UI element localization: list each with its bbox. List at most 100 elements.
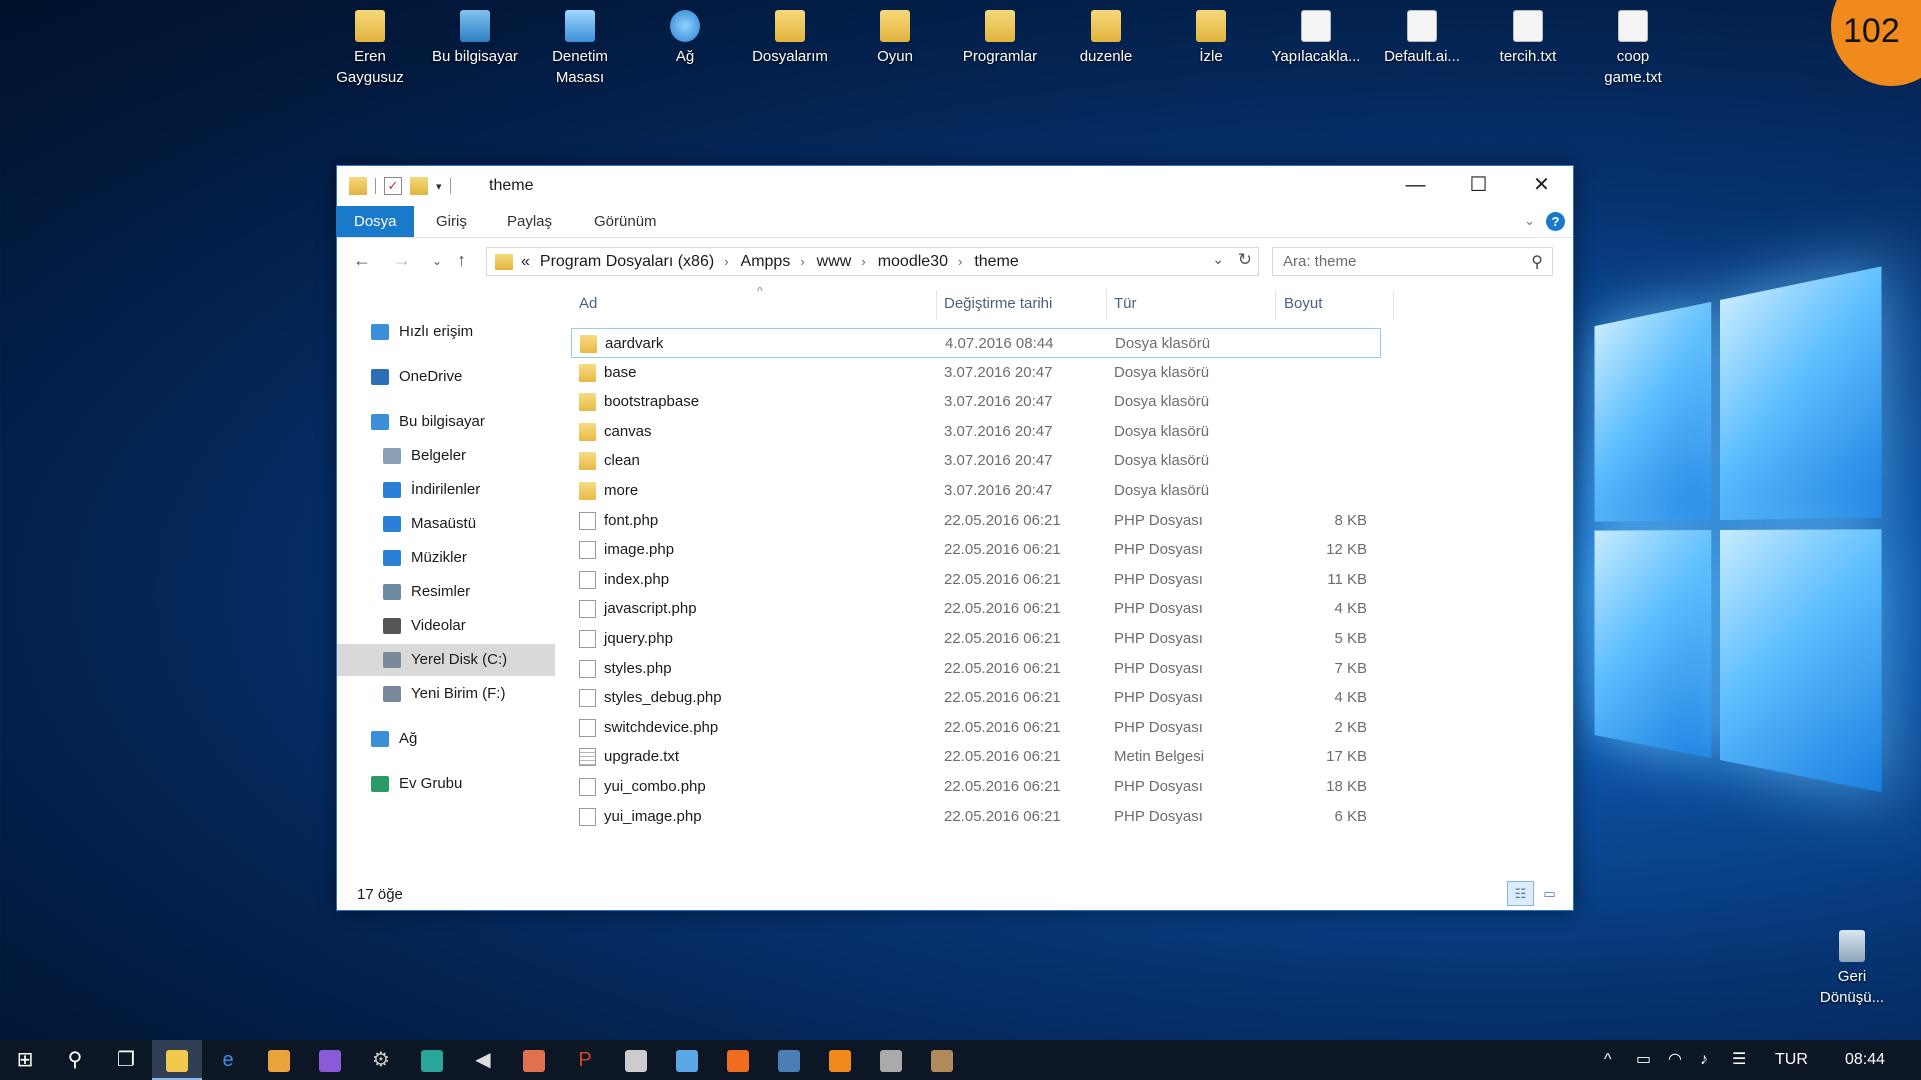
chrome-app[interactable] xyxy=(254,1040,304,1080)
minimize-button[interactable]: — xyxy=(1384,166,1447,204)
file-row[interactable]: styles.php 22.05.2016 06:21 PHP Dosyası 7 K… xyxy=(571,654,1381,684)
chrome-alt-app[interactable] xyxy=(611,1040,661,1080)
chevron-right-icon[interactable]: › xyxy=(800,254,804,269)
breadcrumb-moodle30[interactable]: moodle30 xyxy=(878,253,948,271)
sidebar-item[interactable]: Videolar xyxy=(337,610,555,642)
sidebar-item[interactable]: Resimler xyxy=(337,576,555,608)
sublime-app[interactable] xyxy=(407,1040,457,1080)
file-row[interactable]: yui_combo.php 22.05.2016 06:21 PHP Dosyası… xyxy=(571,772,1381,802)
file-row[interactable]: bootstrapbase 3.07.2016 20:47 Dosya klasör… xyxy=(571,387,1381,417)
recent-locations-icon[interactable]: ⌄ xyxy=(432,254,442,268)
details-view-icon[interactable]: ☷ xyxy=(1507,881,1534,906)
desktop-icon[interactable]: Yapılacakla... xyxy=(1264,0,1368,67)
customize-toolbar-icon[interactable]: ▾ xyxy=(436,180,442,193)
maximize-button[interactable]: ☐ xyxy=(1447,166,1510,204)
sidebar-item[interactable]: OneDrive xyxy=(337,361,555,393)
file-row[interactable]: aardvark 4.07.2016 08:44 Dosya klasörü xyxy=(571,328,1381,358)
desktop-icon[interactable]: Programlar xyxy=(948,0,1052,67)
desktop-icon[interactable]: Default.ai... xyxy=(1370,0,1474,67)
properties-icon[interactable]: ✓ xyxy=(384,177,402,195)
chevron-right-icon[interactable]: › xyxy=(861,254,865,269)
wifi-icon[interactable]: ◠ xyxy=(1668,1040,1682,1080)
search-input[interactable]: Ara: theme ⚲ xyxy=(1272,247,1553,276)
language-indicator[interactable]: TUR xyxy=(1775,1040,1808,1080)
close-button[interactable]: ✕ xyxy=(1510,166,1573,204)
forward-icon[interactable]: → xyxy=(393,250,411,271)
desktop-icon[interactable]: Dosyalarım xyxy=(738,0,842,67)
file-row[interactable]: switchdevice.php 22.05.2016 06:21 PHP Dosy… xyxy=(571,713,1381,743)
large-icons-view-icon[interactable]: ▭ xyxy=(1536,881,1563,906)
breadcrumb-ampps[interactable]: Ampps xyxy=(741,253,791,271)
gimp-app[interactable] xyxy=(917,1040,967,1080)
file-row[interactable]: canvas 3.07.2016 20:47 Dosya klasörü xyxy=(571,417,1381,447)
column-header-date[interactable]: Değiştirme tarihi xyxy=(944,284,1052,324)
camera-app[interactable] xyxy=(662,1040,712,1080)
up-icon[interactable]: ↑ xyxy=(457,250,466,271)
sidebar-item[interactable]: Bu bilgisayar xyxy=(337,406,555,438)
tab-dosya[interactable]: Dosya xyxy=(337,206,414,237)
edge-app[interactable]: e xyxy=(203,1040,253,1080)
file-row[interactable]: base 3.07.2016 20:47 Dosya klasörü xyxy=(571,358,1381,388)
column-header-type[interactable]: Tür xyxy=(1114,284,1137,324)
powerpoint-app[interactable]: P xyxy=(560,1040,610,1080)
sidebar-item[interactable]: Belgeler xyxy=(337,440,555,472)
task-view-button[interactable]: ❐ xyxy=(101,1040,151,1080)
visual-studio-app[interactable] xyxy=(305,1040,355,1080)
address-dropdown-icon[interactable]: ⌄ xyxy=(1212,251,1224,268)
file-row[interactable]: image.php 22.05.2016 06:21 PHP Dosyası 12 K… xyxy=(571,535,1381,565)
paint-app[interactable] xyxy=(509,1040,559,1080)
tab-paylas[interactable]: Paylaş xyxy=(507,206,552,237)
file-row[interactable]: javascript.php 22.05.2016 06:21 PHP Dosyas… xyxy=(571,594,1381,624)
steam-app[interactable] xyxy=(764,1040,814,1080)
file-row[interactable]: jquery.php 22.05.2016 06:21 PHP Dosyası 5 K… xyxy=(571,624,1381,654)
desktop-icon[interactable]: Ağ xyxy=(633,0,737,67)
file-row[interactable]: more 3.07.2016 20:47 Dosya klasörü xyxy=(571,476,1381,506)
desktop-icon[interactable]: Denetim Masası xyxy=(528,0,632,88)
title-bar[interactable]: ✓ ▾ theme — ☐ ✕ xyxy=(337,166,1573,206)
file-row[interactable]: styles_debug.php 22.05.2016 06:21 PHP Dosy… xyxy=(571,683,1381,713)
file-row[interactable]: index.php 22.05.2016 06:21 PHP Dosyası 11 K… xyxy=(571,565,1381,595)
sidebar-item[interactable]: Müzikler xyxy=(337,542,555,574)
back-icon[interactable]: ← xyxy=(353,250,371,271)
desktop-icon[interactable]: İzle xyxy=(1159,0,1263,67)
refresh-icon[interactable]: ↻ xyxy=(1238,250,1252,270)
media-app[interactable]: ◀ xyxy=(458,1040,508,1080)
breadcrumb-overflow[interactable]: « xyxy=(521,253,530,271)
expand-ribbon-icon[interactable]: ⌄ xyxy=(1524,213,1535,229)
new-folder-icon[interactable] xyxy=(410,177,428,195)
sidebar-item[interactable]: Hızlı erişim xyxy=(337,316,555,348)
tab-giris[interactable]: Giriş xyxy=(436,206,467,237)
file-row[interactable]: clean 3.07.2016 20:47 Dosya klasörü xyxy=(571,446,1381,476)
start-button[interactable]: ⊞ xyxy=(0,1040,50,1080)
desktop-icon[interactable]: duzenle xyxy=(1054,0,1158,67)
notifications-icon[interactable]: ☰ xyxy=(1732,1040,1746,1080)
origin-app[interactable] xyxy=(713,1040,763,1080)
breadcrumb-program-files[interactable]: Program Dosyaları (x86) xyxy=(540,253,714,271)
sidebar-item[interactable]: Yeni Birim (F:) xyxy=(337,678,555,710)
box-app[interactable] xyxy=(866,1040,916,1080)
file-row[interactable]: upgrade.txt 22.05.2016 06:21 Metin Belgesi… xyxy=(571,742,1381,772)
address-bar[interactable]: « Program Dosyaları (x86) › Ampps › www … xyxy=(486,247,1259,276)
chevron-right-icon[interactable]: › xyxy=(724,254,728,269)
file-explorer-app[interactable] xyxy=(152,1040,202,1080)
sidebar-item[interactable]: Masaüstü xyxy=(337,508,555,540)
settings-app[interactable]: ⚙ xyxy=(356,1040,406,1080)
search-button[interactable]: ⚲ xyxy=(50,1040,100,1080)
column-header-name[interactable]: Ad xyxy=(579,284,597,324)
chevron-right-icon[interactable]: › xyxy=(958,254,962,269)
sidebar-item[interactable]: Yerel Disk (C:) xyxy=(337,644,555,676)
clock[interactable]: 08:44 xyxy=(1845,1040,1885,1080)
volume-icon[interactable]: ♪ xyxy=(1700,1040,1708,1080)
file-row[interactable]: yui_image.php 22.05.2016 06:21 PHP Dosyası… xyxy=(571,802,1381,832)
sidebar-item[interactable]: Ağ xyxy=(337,723,555,755)
file-row[interactable]: font.php 22.05.2016 06:21 PHP Dosyası 8 KB xyxy=(571,506,1381,536)
sidebar-item[interactable]: Ev Grubu xyxy=(337,768,555,800)
battery-icon[interactable]: ▭ xyxy=(1636,1040,1651,1080)
desktop-icon[interactable]: tercih.txt xyxy=(1476,0,1580,67)
breadcrumb-theme[interactable]: theme xyxy=(974,253,1018,271)
sidebar-item[interactable]: İndirilenler xyxy=(337,474,555,506)
column-header-size[interactable]: Boyut xyxy=(1284,284,1322,324)
vlc-app[interactable] xyxy=(815,1040,865,1080)
tab-gorunum[interactable]: Görünüm xyxy=(594,206,657,237)
desktop-icon[interactable]: Bu bilgisayar xyxy=(423,0,527,67)
